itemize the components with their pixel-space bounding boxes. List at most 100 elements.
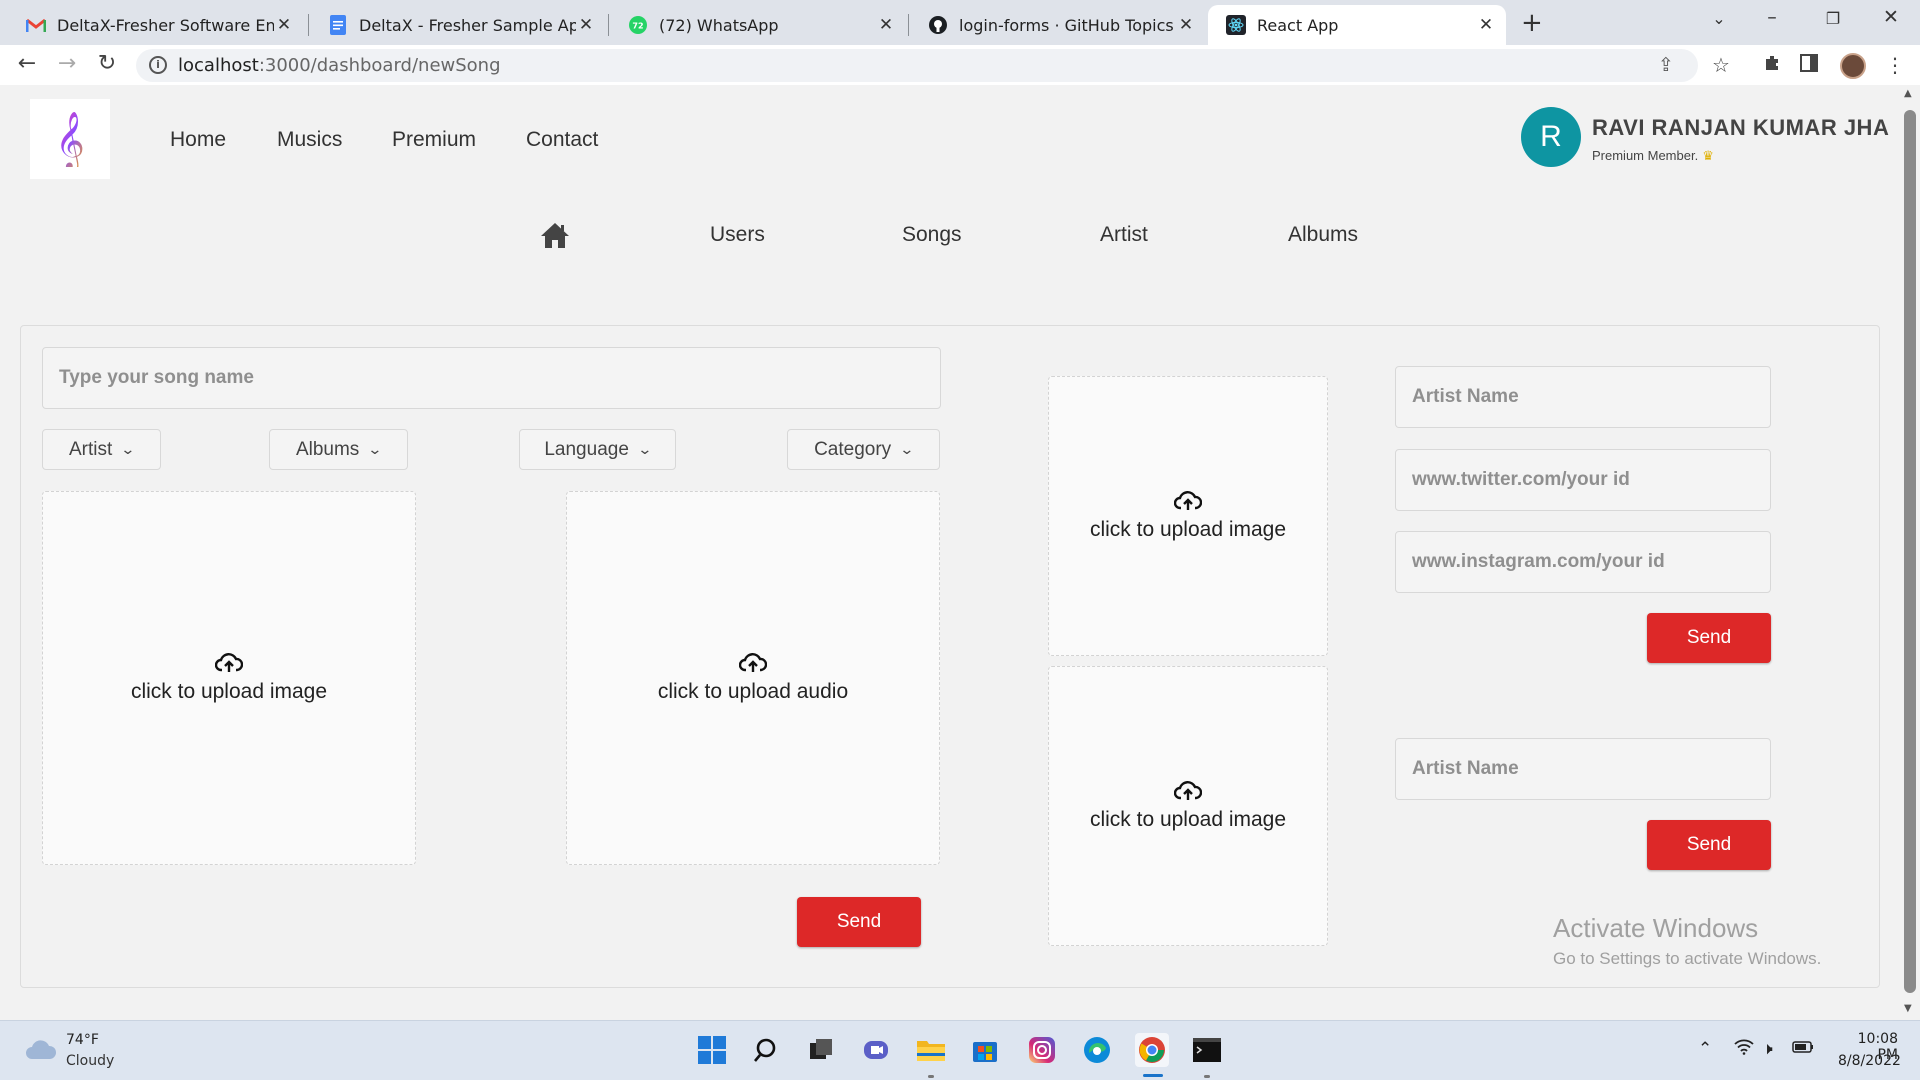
browser-tab-github[interactable]: login-forms · GitHub Topics ✕ xyxy=(910,5,1206,45)
instagram-input[interactable]: www.instagram.com/your id xyxy=(1395,531,1771,593)
dropdown-label: Artist xyxy=(68,438,113,460)
language-dropdown[interactable]: Language ⌄ xyxy=(519,429,676,470)
share-icon[interactable]: ⇪ xyxy=(1658,54,1674,76)
task-view-icon[interactable] xyxy=(804,1033,838,1067)
weather-condition[interactable]: Cloudy xyxy=(66,1053,114,1069)
teams-chat-icon[interactable] xyxy=(859,1033,893,1067)
close-tab-icon[interactable]: ✕ xyxy=(1476,15,1496,35)
scrollbar-thumb[interactable] xyxy=(1904,110,1916,993)
reload-icon[interactable]: ↻ xyxy=(93,51,121,76)
chrome-menu-icon[interactable]: ⋮ xyxy=(1885,53,1905,77)
song-send-button[interactable]: Send xyxy=(797,897,921,947)
browser-tab-docs[interactable]: DeltaX - Fresher Sample App - Sp ✕ xyxy=(310,5,606,45)
close-window-icon[interactable]: ✕ xyxy=(1876,6,1906,28)
tab-separator xyxy=(908,14,909,36)
scroll-up-icon[interactable]: ▲ xyxy=(1904,88,1912,99)
gmail-icon xyxy=(26,15,46,35)
artist-image-upload[interactable]: click to upload image xyxy=(1048,376,1328,656)
song-name-input[interactable]: Type your song name xyxy=(42,347,941,409)
app-logo[interactable]: 𝄞 xyxy=(30,99,110,179)
browser-tab-react-app[interactable]: React App ✕ xyxy=(1208,5,1506,45)
minimize-icon[interactable]: – xyxy=(1757,6,1787,28)
google-docs-icon xyxy=(328,15,348,35)
song-image-upload[interactable]: click to upload image xyxy=(42,491,416,865)
forward-icon[interactable]: → xyxy=(53,51,81,76)
chevron-down-icon: ⌄ xyxy=(637,441,653,457)
dropdown-label: Language xyxy=(544,438,629,460)
windows-start-icon[interactable] xyxy=(695,1033,729,1067)
new-tab-icon[interactable]: + xyxy=(1521,8,1543,38)
scroll-down-icon[interactable]: ▼ xyxy=(1904,1003,1912,1014)
url-text[interactable]: localhost:3000/dashboard/newSong xyxy=(178,55,501,76)
cloud-weather-icon[interactable] xyxy=(24,1037,58,1065)
file-explorer-icon[interactable] xyxy=(914,1033,948,1067)
github-icon xyxy=(928,15,948,35)
upload-label: click to upload image xyxy=(1089,518,1287,541)
close-tab-icon[interactable]: ✕ xyxy=(876,15,896,35)
microsoft-store-icon[interactable] xyxy=(968,1033,1002,1067)
browser-tab-whatsapp[interactable]: 72 (72) WhatsApp ✕ xyxy=(610,5,906,45)
close-tab-icon[interactable]: ✕ xyxy=(576,15,596,35)
whatsapp-icon: 72 xyxy=(628,15,648,35)
twitter-input[interactable]: www.twitter.com/your id xyxy=(1395,449,1771,511)
albums-dropdown[interactable]: Albums ⌄ xyxy=(269,429,408,470)
tab-search-icon[interactable]: ⌄ xyxy=(1704,9,1734,28)
terminal-icon[interactable] xyxy=(1190,1033,1224,1067)
extensions-icon[interactable] xyxy=(1762,53,1782,78)
svg-text:𝄞: 𝄞 xyxy=(55,111,85,167)
cloud-upload-icon xyxy=(1174,491,1202,510)
weather-temperature[interactable]: 74°F xyxy=(66,1032,99,1048)
artist-dropdown[interactable]: Artist ⌄ xyxy=(42,429,161,470)
category-dropdown[interactable]: Category ⌄ xyxy=(787,429,940,470)
windows-taskbar: 74°F Cloudy ⌃ 🕨 10:08 PM 8/8/2022 xyxy=(0,1020,1920,1080)
album-send-button[interactable]: Send xyxy=(1647,820,1771,870)
tab-separator xyxy=(308,14,309,36)
close-tab-icon[interactable]: ✕ xyxy=(1176,15,1196,35)
activate-windows-title: Activate Windows xyxy=(1553,913,1759,943)
tray-overflow-icon[interactable]: ⌃ xyxy=(1698,1039,1712,1059)
volume-icon[interactable]: 🕨 xyxy=(1762,1039,1773,1059)
back-icon[interactable]: ← xyxy=(13,51,41,76)
user-name: RAVI RANJAN KUMAR JHA xyxy=(1592,115,1890,140)
artist-name-input[interactable]: Artist Name xyxy=(1395,366,1771,428)
artist-send-button[interactable]: Send xyxy=(1647,613,1771,663)
clock-date[interactable]: 8/8/2022 xyxy=(1838,1053,1901,1069)
upload-label: click to upload image xyxy=(130,680,328,703)
nav-premium[interactable]: Premium xyxy=(392,128,476,152)
restore-icon[interactable]: ❐ xyxy=(1818,9,1848,28)
edge-browser-icon[interactable] xyxy=(1080,1033,1114,1067)
tab-title: DeltaX-Fresher Software Enginee xyxy=(57,15,274,35)
chrome-browser-icon[interactable] xyxy=(1135,1033,1169,1067)
url-omnibox[interactable]: i localhost:3000/dashboard/newSong ⇪ xyxy=(136,49,1698,82)
side-panel-icon[interactable] xyxy=(1800,53,1818,77)
site-info-icon[interactable]: i xyxy=(149,56,167,74)
dashboard-home-icon[interactable] xyxy=(540,221,570,253)
close-tab-icon[interactable]: ✕ xyxy=(274,15,294,35)
wifi-icon[interactable] xyxy=(1734,1039,1754,1060)
battery-icon[interactable] xyxy=(1792,1039,1814,1059)
browser-tab-gmail[interactable]: DeltaX-Fresher Software Enginee ✕ xyxy=(8,5,304,45)
instagram-icon[interactable] xyxy=(1025,1033,1059,1067)
nav-musics[interactable]: Musics xyxy=(277,128,342,152)
album-artist-name-input[interactable]: Artist Name xyxy=(1395,738,1771,800)
dropdown-label: Albums xyxy=(295,438,360,460)
album-image-upload[interactable]: click to upload image xyxy=(1048,666,1328,946)
tab-title: DeltaX - Fresher Sample App - Sp xyxy=(359,15,576,35)
nav-contact[interactable]: Contact xyxy=(526,128,598,152)
page-scrollbar[interactable]: ▲ ▼ xyxy=(1900,85,1920,1020)
song-audio-upload[interactable]: click to upload audio xyxy=(566,491,940,865)
subnav-songs[interactable]: Songs xyxy=(902,223,962,247)
running-app-indicator xyxy=(928,1075,934,1078)
profile-avatar-icon[interactable] xyxy=(1840,53,1866,79)
bookmark-star-icon[interactable]: ☆ xyxy=(1712,53,1730,77)
subnav-albums[interactable]: Albums xyxy=(1288,223,1358,247)
subnav-artist[interactable]: Artist xyxy=(1100,223,1148,247)
page: 𝄞 Home Musics Premium Contact R RAVI RAN… xyxy=(0,85,1900,1020)
search-icon[interactable] xyxy=(750,1033,784,1067)
subnav-users[interactable]: Users xyxy=(710,223,765,247)
activate-windows-subtitle: Go to Settings to activate Windows. xyxy=(1553,949,1822,968)
chevron-down-icon: ⌄ xyxy=(367,441,383,457)
nav-home[interactable]: Home xyxy=(170,128,226,152)
user-avatar[interactable]: R xyxy=(1521,107,1581,167)
cloud-upload-icon xyxy=(215,653,243,672)
